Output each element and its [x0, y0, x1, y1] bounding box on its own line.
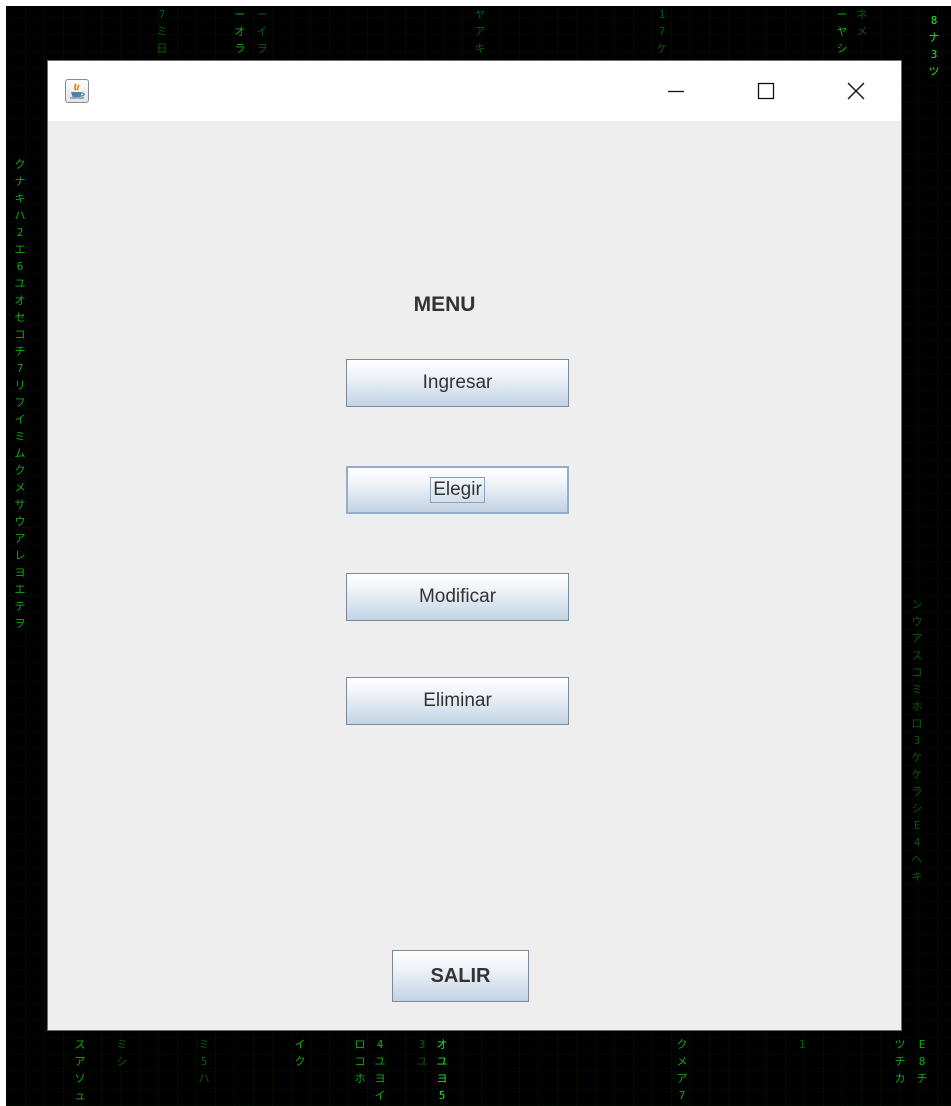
salir-button[interactable]: SALIR [392, 950, 529, 1002]
minimize-button[interactable] [631, 61, 721, 121]
minimize-icon [668, 90, 684, 93]
eliminar-button[interactable]: Eliminar [346, 677, 569, 725]
close-button[interactable] [811, 61, 901, 121]
elegir-button[interactable]: Elegir [346, 466, 569, 514]
java-coffee-cup-icon[interactable] [65, 79, 89, 103]
close-icon [847, 82, 865, 100]
modificar-button[interactable]: Modificar [346, 573, 569, 621]
menu-title: MENU [413, 293, 476, 316]
title-bar[interactable] [48, 61, 901, 121]
ingresar-button[interactable]: Ingresar [346, 359, 569, 407]
elegir-button-label: Elegir [430, 477, 485, 503]
maximize-icon [757, 82, 775, 100]
maximize-button[interactable] [721, 61, 811, 121]
content-panel: MENU Ingresar Elegir Modificar Eliminar … [48, 121, 901, 1030]
menu-window: MENU Ingresar Elegir Modificar Eliminar … [48, 61, 901, 1030]
